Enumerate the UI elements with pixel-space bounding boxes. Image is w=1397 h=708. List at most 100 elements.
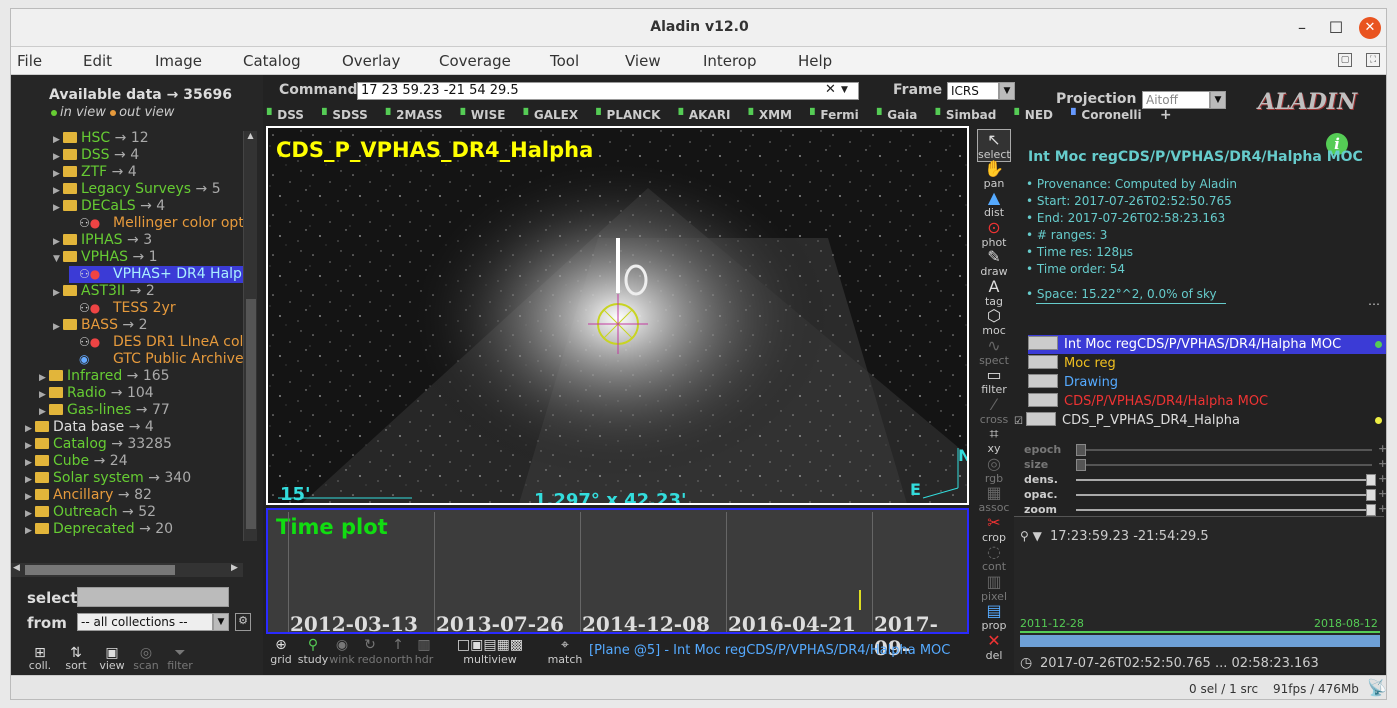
tree-item[interactable]: ▶ Data base → 4: [25, 419, 154, 436]
maximize-button[interactable]: ☐: [1325, 17, 1347, 39]
tree-item[interactable]: ▶ DECaLS → 4: [53, 198, 165, 215]
tree-item[interactable]: ▶ Solar system → 340: [25, 470, 191, 487]
tree-item[interactable]: ▶ Cube → 24: [25, 453, 128, 470]
tree-item[interactable]: ◉ GTC Public Archive: [69, 351, 243, 368]
assoc-tool[interactable]: ▦ assoc: [977, 483, 1011, 514]
multiview-tool[interactable]: □▣▤▦▩ multiview: [441, 637, 539, 666]
menu-interop[interactable]: Interop: [703, 52, 757, 70]
match-tool[interactable]: ⌖ match: [545, 637, 585, 666]
select-tool[interactable]: ↖ select: [977, 129, 1011, 162]
scan-tool[interactable]: ◎ scan: [129, 645, 163, 672]
plane-item[interactable]: Drawing: [1028, 373, 1386, 392]
restore-panel-icon[interactable]: ▢: [1338, 53, 1352, 67]
survey-fermi[interactable]: ▘Fermi: [810, 108, 866, 122]
menu-view[interactable]: View: [625, 52, 661, 70]
plane-item[interactable]: Moc reg: [1028, 354, 1386, 373]
tree-horizontal-scrollbar[interactable]: ◀ ▶: [11, 563, 243, 577]
tree-item[interactable]: ▼ VPHAS → 1: [53, 249, 158, 266]
menu-coverage[interactable]: Coverage: [439, 52, 511, 70]
location-pin-icon[interactable]: ⚲ ▼: [1020, 529, 1042, 543]
pan-tool[interactable]: ✋ pan: [977, 159, 1011, 190]
time-range-bar[interactable]: [1020, 635, 1380, 647]
filter-tool[interactable]: ▭ filter: [977, 365, 1011, 396]
slider[interactable]: epoch +: [1024, 442, 1386, 457]
slider-plus-icon[interactable]: +: [1378, 502, 1386, 515]
spect-tool[interactable]: ∿ spect: [977, 336, 1011, 367]
menu-image[interactable]: Image: [155, 52, 202, 70]
slider-knob[interactable]: [1076, 459, 1086, 471]
survey-dss[interactable]: ▘DSS: [267, 108, 311, 122]
study-tool[interactable]: ⚲ study: [297, 637, 329, 666]
tree-item[interactable]: ▶ HSC → 12: [53, 130, 149, 147]
from-select[interactable]: -- all collections --: [77, 613, 213, 631]
slider-knob[interactable]: [1366, 504, 1376, 516]
tree-item[interactable]: ▶ Gas-lines → 77: [39, 402, 170, 419]
redo-tool[interactable]: ↻ redo: [355, 637, 385, 666]
wink-tool[interactable]: ◉ wink: [327, 637, 357, 666]
minimize-button[interactable]: –: [1291, 17, 1313, 39]
north-tool[interactable]: ↑ north: [383, 637, 413, 666]
tree-item[interactable]: ▶ Deprecated → 20: [25, 521, 173, 538]
plane-item[interactable]: ☑ CDS_P_VPHAS_DR4_Halpha: [1014, 411, 1386, 430]
sky-view[interactable]: CDS_P_VPHAS_DR4_Halpha 15' 1.297° x 42.2…: [266, 126, 969, 505]
tree-item[interactable]: ▶ BASS → 2: [53, 317, 148, 334]
tree-item[interactable]: ▶ Ancillary → 82: [25, 487, 152, 504]
coll-tool[interactable]: ⊞ coll.: [23, 645, 57, 672]
clear-command-icon[interactable]: ✕: [825, 82, 836, 97]
plane-checkbox[interactable]: ☑: [1014, 412, 1026, 431]
slider[interactable]: size +: [1024, 457, 1386, 472]
filter-tool[interactable]: ⏷ filter: [163, 645, 197, 672]
fullscreen-icon[interactable]: ⛶: [1366, 53, 1380, 67]
scroll-h-thumb[interactable]: [25, 565, 175, 575]
select-input[interactable]: [77, 587, 229, 607]
moc-tool[interactable]: ⬡ moc: [977, 306, 1011, 337]
tag-tool[interactable]: Atag: [977, 277, 1011, 308]
scroll-up-icon[interactable]: ▲: [244, 131, 257, 140]
scroll-thumb[interactable]: [246, 299, 256, 529]
cont-tool[interactable]: ◌ cont: [977, 542, 1011, 573]
expand-icon[interactable]: ▶: [53, 285, 63, 302]
slider-plus-icon[interactable]: +: [1378, 442, 1386, 455]
scroll-right-icon[interactable]: ▶: [231, 563, 238, 573]
menu-tool[interactable]: Tool: [550, 52, 579, 70]
slider-knob[interactable]: [1366, 489, 1376, 501]
del-tool[interactable]: ✕ del: [977, 631, 1011, 662]
survey-planck[interactable]: ▘PLANCK: [596, 108, 667, 122]
menu-catalog[interactable]: Catalog: [243, 52, 301, 70]
tree-item[interactable]: ⚇● VPHAS+ DR4 Halph: [69, 266, 243, 283]
menu-overlay[interactable]: Overlay: [342, 52, 400, 70]
phot-tool[interactable]: ⊙ phot: [977, 218, 1011, 249]
expand-icon[interactable]: ▼: [53, 251, 63, 268]
from-dropdown-icon[interactable]: ▼: [213, 613, 229, 631]
command-history-icon[interactable]: ▼: [841, 85, 848, 95]
tree-item[interactable]: ▶ Infrared → 165: [39, 368, 170, 385]
menu-file[interactable]: File: [17, 52, 42, 70]
slider-plus-icon[interactable]: +: [1378, 457, 1386, 470]
slider-knob[interactable]: [1076, 444, 1086, 456]
tree-item[interactable]: ▶ DSS → 4: [53, 147, 139, 164]
more-icon[interactable]: ⋯: [1368, 297, 1380, 311]
plane-item[interactable]: Int Moc regCDS/P/VPHAS/DR4/Halpha MOC: [1028, 335, 1386, 354]
survey-sdss[interactable]: ▘SDSS: [322, 108, 375, 122]
pixel-tool[interactable]: ▥ pixel: [977, 572, 1011, 603]
view-tool[interactable]: ▣ view: [95, 645, 129, 672]
survey-wise[interactable]: ▘WISE: [461, 108, 513, 122]
survey-simbad[interactable]: ▘Simbad: [936, 108, 1004, 122]
scroll-left-icon[interactable]: ◀: [13, 563, 20, 573]
slider[interactable]: zoom +: [1024, 502, 1386, 517]
survey-2mass[interactable]: ▘2MASS: [386, 108, 450, 122]
survey-gaia[interactable]: ▘Gaia: [877, 108, 924, 122]
tree-item[interactable]: ▶ ZTF → 4: [53, 164, 137, 181]
prop-tool[interactable]: ▤ prop: [977, 601, 1011, 632]
close-button[interactable]: ✕: [1359, 17, 1381, 39]
tree-item[interactable]: ⚇●DES DR1 LIneA color: [69, 334, 243, 351]
draw-tool[interactable]: ✎ draw: [977, 247, 1011, 278]
slider-knob[interactable]: [1366, 474, 1376, 486]
tree-item[interactable]: ▶ Legacy Surveys → 5: [53, 181, 221, 198]
survey-galex[interactable]: ▘GALEX: [524, 108, 585, 122]
menu-edit[interactable]: Edit: [83, 52, 112, 70]
rgb-tool[interactable]: ◎ rgb: [977, 454, 1011, 485]
survey-akari[interactable]: ▘AKARI: [679, 108, 738, 122]
menu-help[interactable]: Help: [798, 52, 832, 70]
tree-item[interactable]: ⚇● TESS 2yr: [69, 300, 176, 317]
